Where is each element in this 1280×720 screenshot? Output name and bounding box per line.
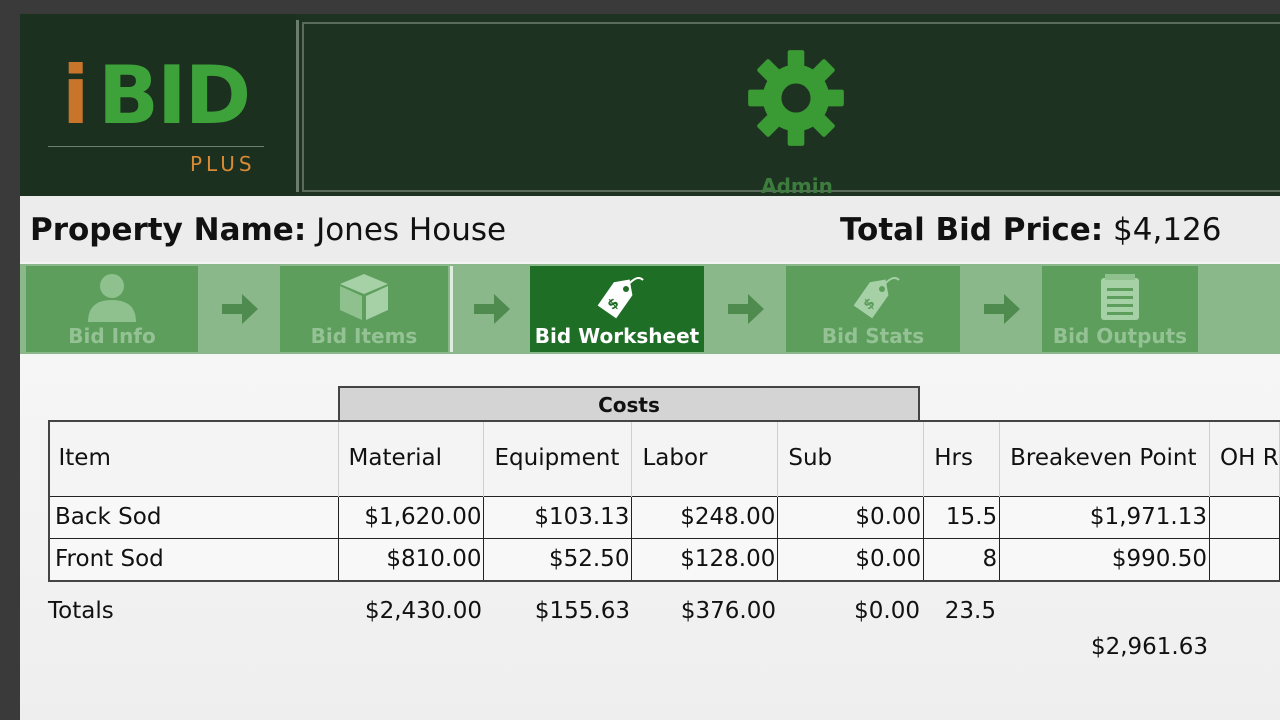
cell-material[interactable]: $810.00 bbox=[337, 537, 485, 581]
step-label: Bid Items bbox=[310, 324, 418, 348]
column-header[interactable]: Sub bbox=[777, 420, 925, 496]
cell-equipment[interactable]: $52.50 bbox=[483, 537, 633, 581]
property-name: Property Name: Jones House bbox=[30, 212, 506, 248]
logo-i: i bbox=[62, 49, 90, 142]
column-header[interactable]: Item bbox=[48, 420, 339, 496]
app-window: i BID PLUS Admin Cen bbox=[20, 14, 1280, 720]
cell-hrs[interactable]: 8 bbox=[923, 537, 1001, 581]
step-label: Bid Stats bbox=[821, 324, 925, 348]
workflow-steps: Bid Info Bid Items $ Bid Worksheet $ Bid… bbox=[20, 264, 1280, 354]
step-bid-stats[interactable]: $ Bid Stats bbox=[786, 266, 960, 352]
step-label: Bid Outputs bbox=[1052, 324, 1188, 348]
totals-label: Totals bbox=[48, 598, 114, 624]
cell-material[interactable]: $1,620.00 bbox=[337, 495, 485, 539]
table-header-row: Item Material Equipment Labor Sub Hrs Br… bbox=[48, 420, 1280, 496]
header-divider bbox=[296, 20, 299, 192]
property-name-label: Property Name: bbox=[30, 212, 307, 248]
cell-sub[interactable]: $0.00 bbox=[777, 537, 925, 581]
notepad-icon bbox=[1101, 274, 1139, 320]
column-header[interactable]: Equipment bbox=[483, 420, 633, 496]
arrow-right-icon bbox=[222, 294, 258, 324]
total-hrs: 23.5 bbox=[944, 598, 996, 624]
logo-plus: PLUS bbox=[190, 152, 256, 176]
column-header[interactable]: OH R bbox=[1209, 420, 1280, 496]
cell-breakeven[interactable]: $990.50 bbox=[999, 537, 1210, 581]
gear-icon bbox=[748, 50, 844, 146]
arrow-right-icon bbox=[728, 294, 764, 324]
bid-worksheet-panel: Costs Item Material Equipment Labor Sub … bbox=[20, 354, 1280, 720]
column-header[interactable]: Labor bbox=[631, 420, 779, 496]
person-icon bbox=[88, 274, 136, 322]
ibid-logo: i BID PLUS bbox=[20, 14, 296, 196]
step-bid-outputs[interactable]: Bid Outputs bbox=[1042, 266, 1198, 352]
step-bid-info[interactable]: Bid Info bbox=[26, 266, 198, 352]
total-equipment: $155.63 bbox=[534, 598, 630, 624]
step-bid-worksheet[interactable]: $ Bid Worksheet bbox=[530, 266, 704, 352]
admin-center-button[interactable]: Admin Center bbox=[302, 22, 1280, 222]
property-name-value: Jones House bbox=[316, 212, 507, 248]
costs-group-header: Costs bbox=[338, 386, 920, 420]
cell-item[interactable]: Back Sod bbox=[48, 495, 339, 539]
cell-equipment[interactable]: $103.13 bbox=[483, 495, 633, 539]
table-row[interactable]: Back Sod $1,620.00 $103.13 $248.00 $0.00… bbox=[48, 495, 1280, 539]
step-label: Bid Worksheet bbox=[534, 324, 700, 348]
cell-hrs[interactable]: 15.5 bbox=[923, 495, 1001, 539]
column-header[interactable]: Material bbox=[338, 420, 485, 496]
cell-oh[interactable] bbox=[1208, 537, 1280, 581]
price-tag-icon: $ bbox=[597, 277, 644, 319]
worksheet-table: Item Material Equipment Labor Sub Hrs Br… bbox=[48, 420, 1280, 581]
app-header: i BID PLUS Admin Cen bbox=[20, 14, 1280, 222]
table-row[interactable]: Front Sod $810.00 $52.50 $128.00 $0.00 8… bbox=[48, 537, 1280, 581]
total-sub: $0.00 bbox=[854, 598, 920, 624]
step-separator bbox=[450, 266, 453, 352]
step-bid-items[interactable]: Bid Items bbox=[280, 266, 448, 352]
step-label: Bid Info bbox=[68, 324, 156, 348]
total-material: $2,430.00 bbox=[364, 598, 482, 624]
total-breakeven: $2,961.63 bbox=[1090, 634, 1208, 660]
arrow-right-icon bbox=[474, 294, 510, 324]
column-header[interactable]: Breakeven Point bbox=[999, 420, 1210, 496]
box-icon bbox=[340, 274, 388, 320]
cell-labor[interactable]: $248.00 bbox=[631, 495, 779, 539]
cell-labor[interactable]: $128.00 bbox=[631, 537, 779, 581]
price-tag-icon: $ bbox=[853, 277, 900, 319]
cell-breakeven[interactable]: $1,971.13 bbox=[999, 495, 1210, 539]
logo-bid: BID bbox=[98, 49, 251, 142]
cell-oh[interactable] bbox=[1208, 495, 1280, 539]
arrow-right-icon bbox=[984, 294, 1020, 324]
total-bid-price: Total Bid Price: $4,126 bbox=[840, 212, 1222, 248]
property-bar: Property Name: Jones House Total Bid Pri… bbox=[20, 196, 1280, 262]
total-bid-price-value: $4,126 bbox=[1113, 212, 1222, 248]
total-labor: $376.00 bbox=[680, 598, 776, 624]
logo-divider bbox=[48, 146, 264, 147]
column-header[interactable]: Hrs bbox=[923, 420, 1001, 496]
total-bid-price-label: Total Bid Price: bbox=[840, 212, 1104, 248]
cell-sub[interactable]: $0.00 bbox=[777, 495, 925, 539]
cell-item[interactable]: Front Sod bbox=[48, 537, 339, 581]
